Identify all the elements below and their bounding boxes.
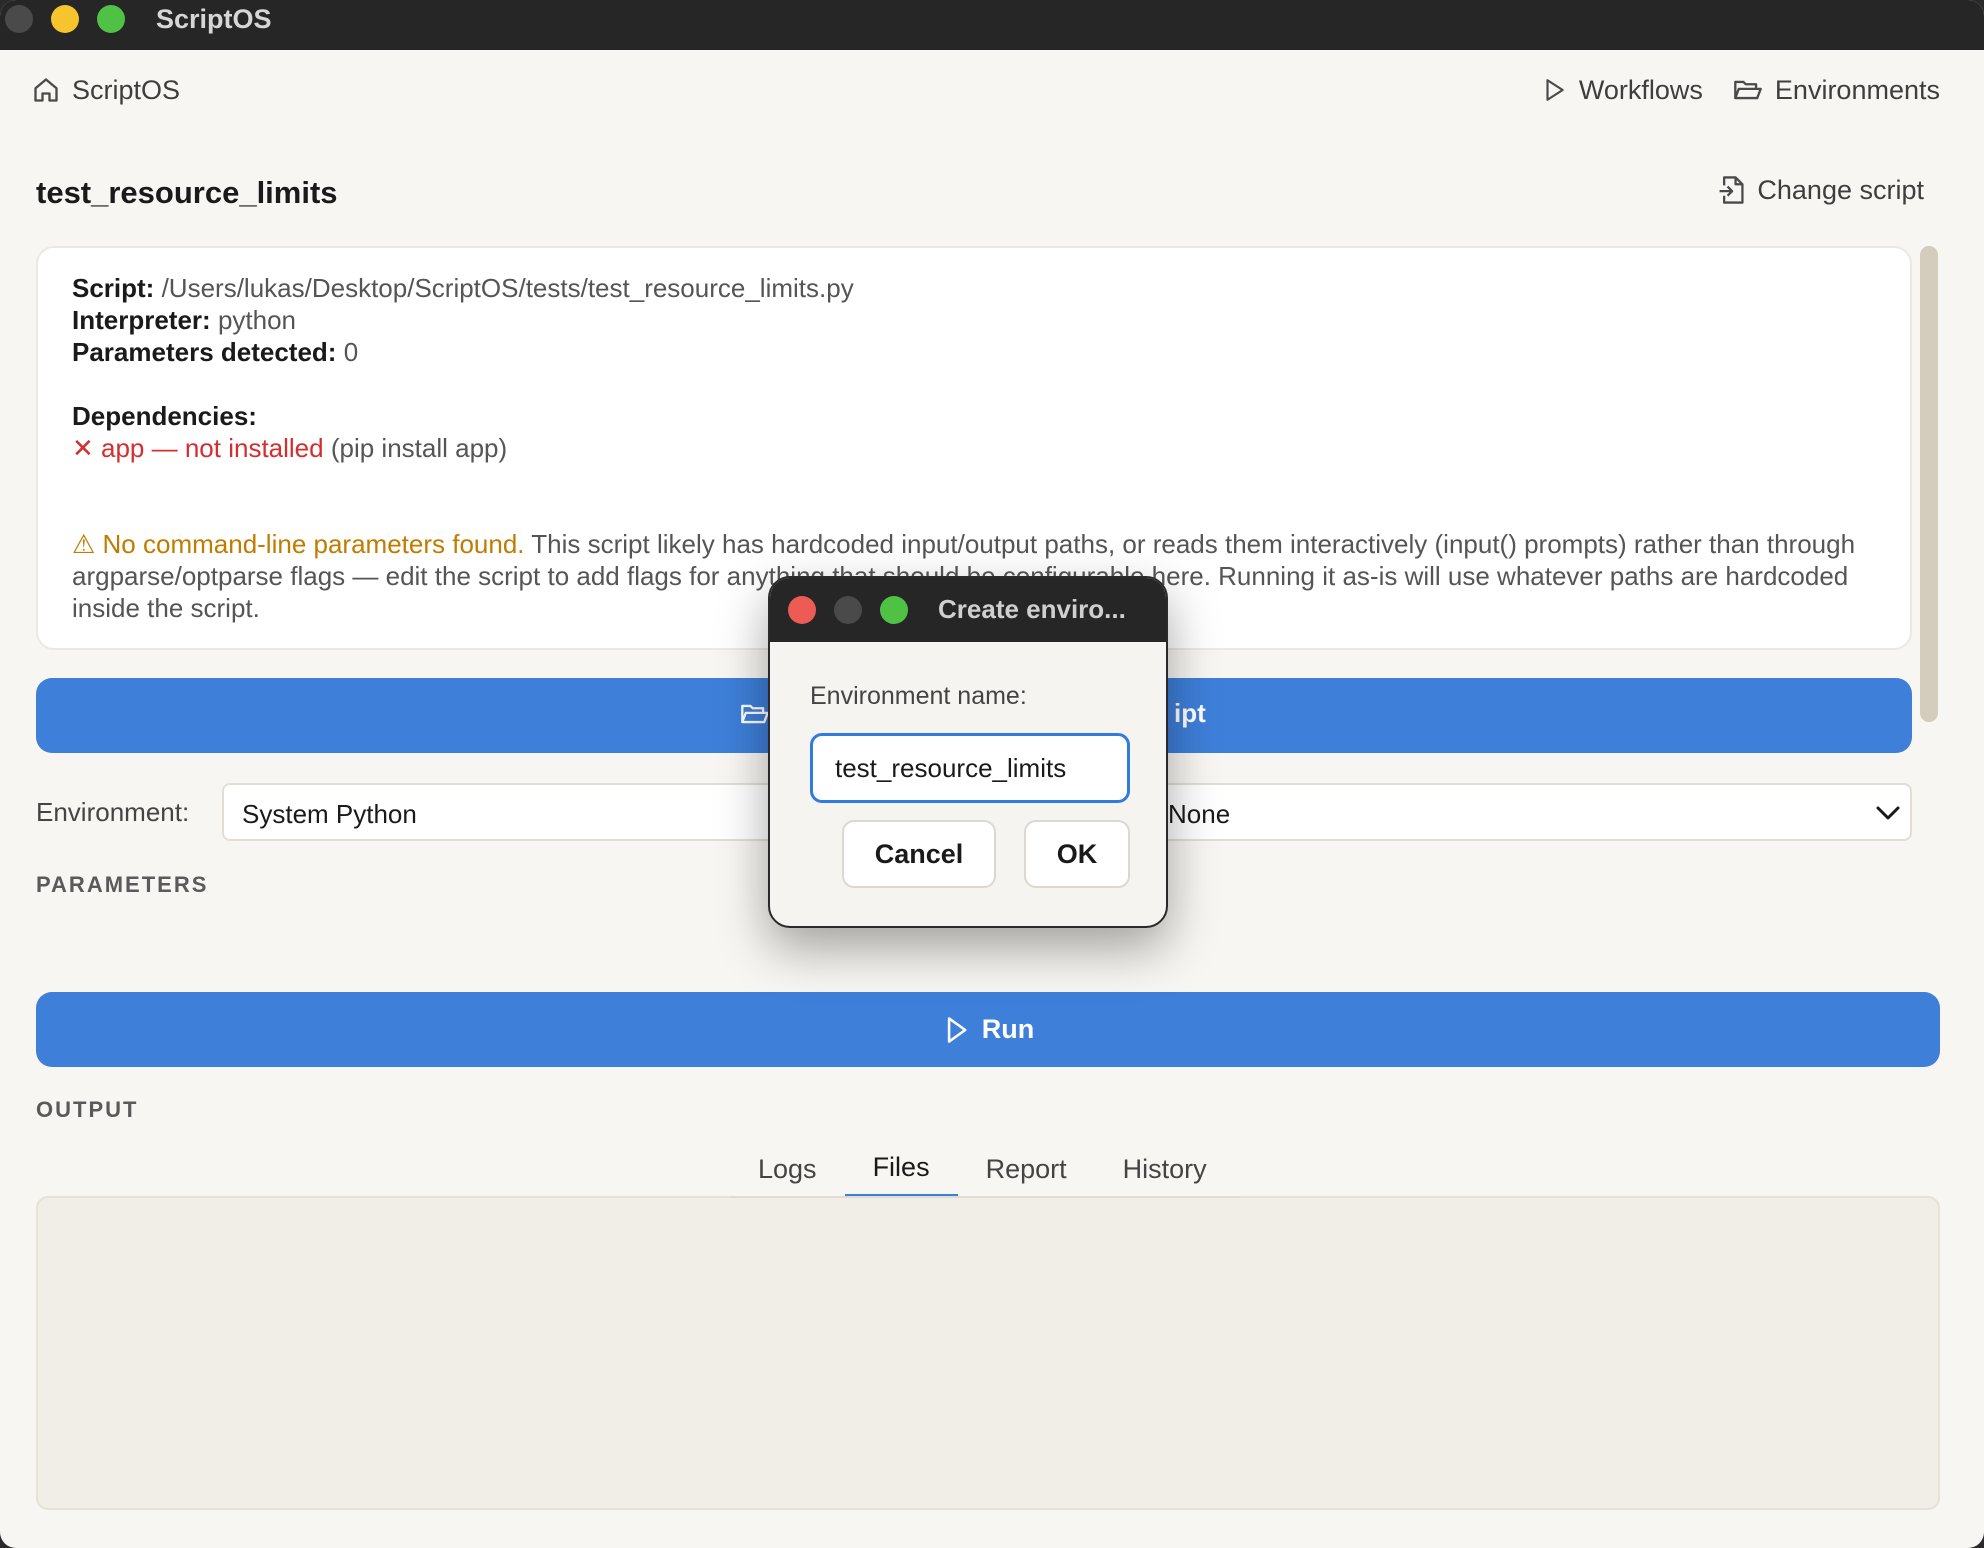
- dialog-title-bar: Create enviro...: [770, 578, 1166, 642]
- window-maximize-button[interactable]: [97, 5, 125, 33]
- dependency-hint: (pip install app): [330, 433, 508, 463]
- chevron-down-icon[interactable]: [1868, 791, 1908, 840]
- folder-open-icon: [1733, 76, 1763, 104]
- tab-logs[interactable]: Logs: [730, 1146, 845, 1198]
- params-label: Parameters detected:: [72, 337, 337, 367]
- nav-environments-label: Environments: [1774, 74, 1940, 105]
- dialog-maximize-button[interactable]: [880, 596, 908, 624]
- dependencies-row: Dependencies:: [72, 400, 1876, 432]
- nav-right-group: Workflows Environments: [1541, 70, 1940, 110]
- tab-report[interactable]: Report: [958, 1146, 1095, 1198]
- environment-label: Environment:: [36, 797, 190, 827]
- dialog-minimize-button[interactable]: [834, 596, 862, 624]
- dependency-error: ✕ app — not installed: [72, 433, 324, 463]
- ok-button[interactable]: OK: [1024, 820, 1130, 888]
- tab-history[interactable]: History: [1095, 1146, 1235, 1198]
- nav-workflows-label: Workflows: [1578, 74, 1703, 105]
- nav-home-label: ScriptOS: [72, 74, 181, 105]
- dependencies-label: Dependencies:: [72, 401, 257, 431]
- title-bar: ScriptOS: [0, 0, 1984, 50]
- environment-name-label: Environment name:: [810, 682, 1027, 710]
- interpreter-value: python: [217, 305, 297, 335]
- window-minimize-button[interactable]: [51, 5, 79, 33]
- script-label: Script:: [72, 273, 155, 303]
- app-window: ScriptOS ScriptOS Workflows Environments: [0, 0, 1984, 1548]
- page-title: test_resource_limits: [36, 175, 338, 210]
- nav-environments-link[interactable]: Environments: [1733, 75, 1940, 106]
- change-script-label: Change script: [1757, 174, 1924, 205]
- requirements-select-value[interactable]: None: [1168, 799, 1230, 830]
- environment-name-input[interactable]: [810, 733, 1130, 803]
- top-navigation: ScriptOS Workflows Environments: [0, 50, 1984, 130]
- environment-select-value: System Python: [242, 799, 417, 829]
- file-import-icon: [1717, 174, 1745, 206]
- interpreter-row: Interpreter: python: [72, 304, 1876, 336]
- output-panel: [36, 1196, 1940, 1510]
- tab-files[interactable]: Files: [844, 1146, 958, 1198]
- window-title: ScriptOS: [156, 4, 272, 34]
- play-icon: [942, 1015, 970, 1045]
- folder-open-icon: [740, 700, 770, 728]
- script-path: /Users/lukas/Desktop/ScriptOS/tests/test…: [161, 273, 854, 303]
- output-tabs: Logs Files Report History: [730, 1146, 1235, 1198]
- change-script-button[interactable]: Change script: [1717, 174, 1924, 206]
- dialog-close-button[interactable]: [788, 596, 816, 624]
- tabs-divider: [730, 1196, 1240, 1198]
- window-close-button[interactable]: [5, 5, 33, 33]
- interpreter-label: Interpreter:: [72, 305, 211, 335]
- nav-workflows-link[interactable]: Workflows: [1541, 75, 1703, 106]
- params-row: Parameters detected: 0: [72, 336, 1876, 368]
- run-label: Run: [981, 1014, 1035, 1044]
- script-path-row: Script: /Users/lukas/Desktop/ScriptOS/te…: [72, 272, 1876, 304]
- params-value: 0: [343, 337, 359, 367]
- home-icon: [32, 76, 60, 104]
- warning-title: ⚠ No command-line parameters found.: [72, 529, 525, 559]
- output-heading: OUTPUT: [36, 1097, 139, 1122]
- run-button[interactable]: Run: [36, 992, 1940, 1067]
- create-environment-dialog: Create enviro... Environment name: Cance…: [768, 576, 1168, 928]
- cancel-button[interactable]: Cancel: [842, 820, 996, 888]
- dialog-title: Create enviro...: [938, 594, 1126, 624]
- scrollbar-thumb[interactable]: [1920, 246, 1938, 722]
- dependency-item: ✕ app — not installed (pip install app): [72, 432, 1876, 464]
- nav-home-link[interactable]: ScriptOS: [32, 70, 180, 110]
- play-icon: [1541, 76, 1567, 104]
- parameters-heading: PARAMETERS: [36, 872, 209, 897]
- open-script-label-fragment: ipt: [1174, 698, 1206, 728]
